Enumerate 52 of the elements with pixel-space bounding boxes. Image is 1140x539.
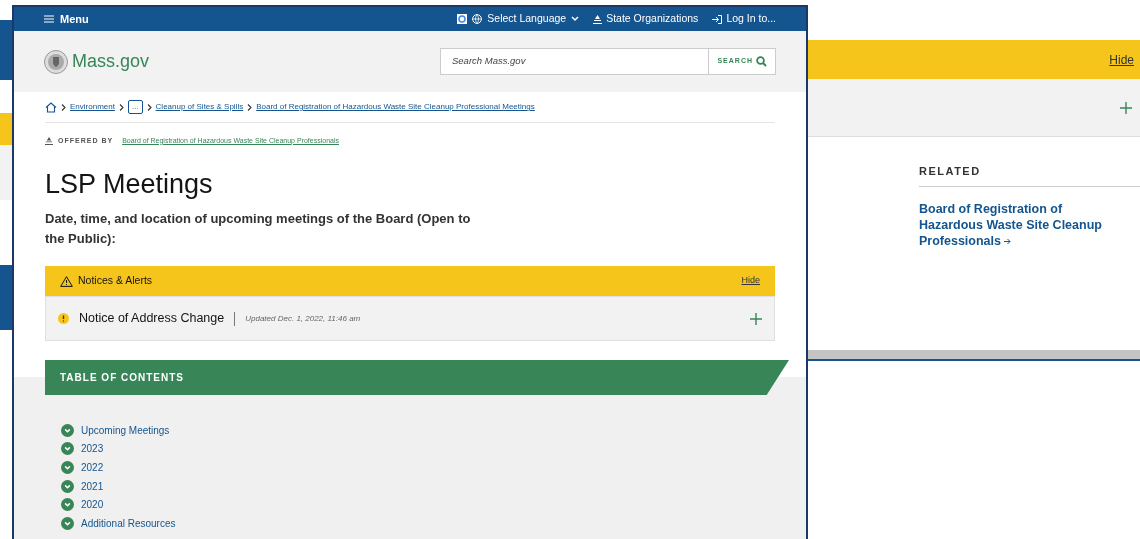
toc-link[interactable]: Additional Resources [81,515,176,531]
toc-link[interactable]: 2023 [81,441,104,457]
chevron-down-icon [61,423,74,437]
login-button[interactable]: Log In to... [712,11,776,27]
seal-icon [44,49,68,74]
language-selector[interactable]: Select Language [457,11,580,27]
breadcrumb-expand-button[interactable]: ... [127,100,143,114]
breadcrumb-link[interactable]: Cleanup of Sites & Spills [155,101,244,113]
hide-link[interactable]: Hide [1109,50,1134,69]
search-icon [756,56,767,67]
search-input: Search Mass.gov [441,54,709,69]
alert-dot-icon [58,313,69,324]
toc-link[interactable]: 2021 [81,478,104,494]
chevron-down-icon [61,461,74,474]
chevron-right-icon [146,103,152,111]
chevron-right-icon [61,103,66,111]
building-icon [45,137,53,145]
alert-header-title: Notices & Alerts [78,273,153,289]
alert-title[interactable]: Notice of Address Change [79,309,225,328]
login-icon [712,14,723,24]
chevron-right-icon [118,103,124,111]
home-icon[interactable] [45,101,57,113]
translate-icon [457,14,468,24]
related-link[interactable]: Board of Registration of Hazardous Waste Site Cleanup Professionals [919,200,1109,249]
plus-icon[interactable] [750,312,762,325]
toc-link[interactable]: 2020 [81,497,104,513]
chevron-down-icon [61,442,74,456]
menu-button[interactable]: Menu [44,10,89,28]
table-of-contents-title: TABLE OF CONTENTS [60,371,185,385]
hide-link[interactable]: Hide [741,274,760,288]
breadcrumb-link[interactable]: Environment [70,101,115,113]
arrow-right-icon [1004,237,1012,245]
chevron-down-icon [61,498,74,512]
state-organizations-link[interactable]: State Organizations [593,11,699,27]
alert-updated-date: Updated Dec. 1, 2022, 11:46 am [245,312,361,325]
warning-icon [60,275,73,287]
site-logo-text[interactable]: Mass.gov [72,48,150,75]
alert-item[interactable]: Notice of Address Change Updated Dec. 1, 2022, 11:46 am [45,296,775,341]
chevron-down-icon [571,16,580,22]
page-title: LSP Meetings [45,168,214,201]
chevron-right-icon [247,103,253,111]
related-heading: RELATED [919,163,1140,187]
chevron-down-icon [61,479,74,493]
chevron-down-icon [61,516,74,530]
breadcrumb-link[interactable]: Board of Registration of Hazardous Waste Site Cleanup Professional Meetings [256,101,535,113]
building-icon [593,14,603,24]
page-description: Date, time, and location of upcoming meetings of the Board (Open to the Public): [45,210,472,248]
toc-link[interactable]: Upcoming Meetings [81,422,170,438]
toc-link[interactable]: 2022 [81,460,104,475]
plus-icon[interactable] [1120,101,1132,114]
globe-icon [472,14,483,24]
menu-icon [44,15,54,23]
